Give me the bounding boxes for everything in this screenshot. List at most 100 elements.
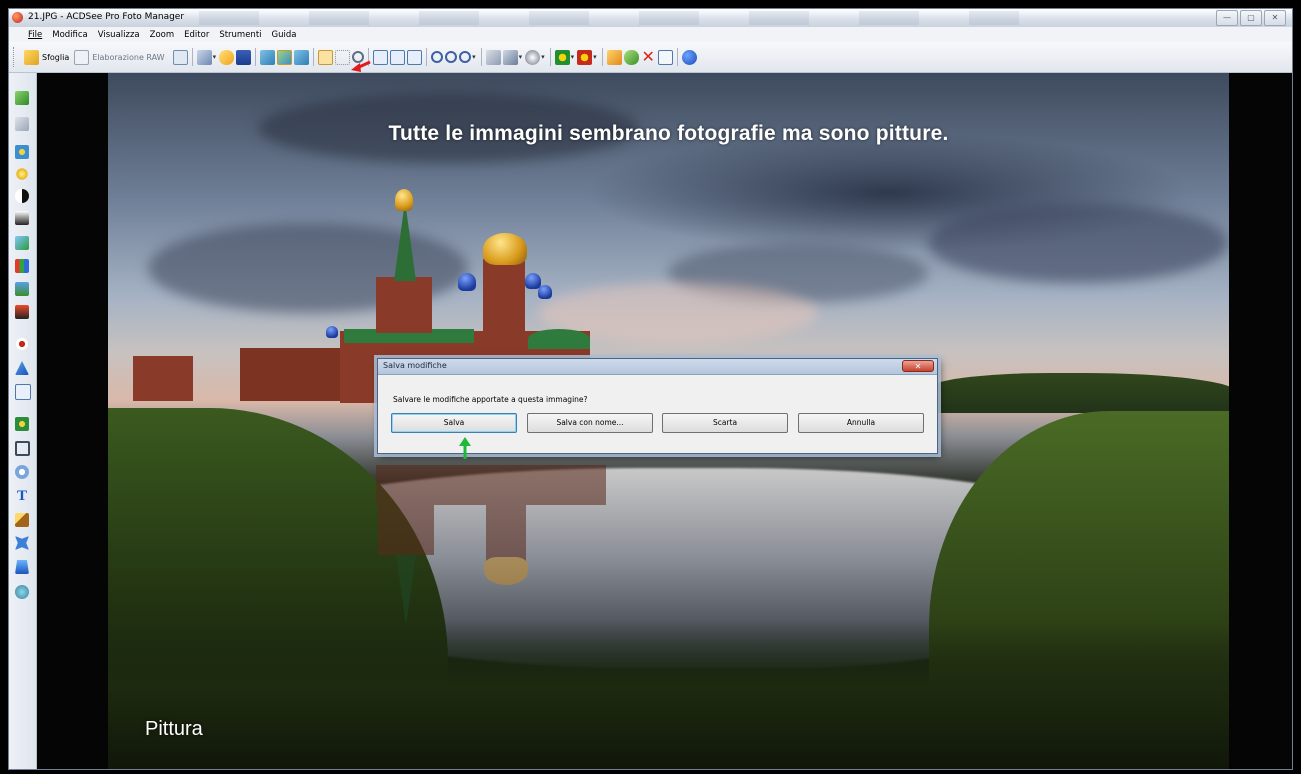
save-button[interactable]: Salva: [391, 413, 517, 433]
slideshow-dropdown-icon[interactable]: ▾: [571, 53, 575, 61]
menu-strumenti[interactable]: Strumenti: [214, 30, 266, 40]
help-icon[interactable]: [681, 49, 697, 65]
dialog-message: Salvare le modifiche apportate a questa …: [393, 395, 588, 404]
view-icon[interactable]: [172, 49, 188, 65]
zoom-out-icon[interactable]: [445, 51, 458, 63]
menu-zoom[interactable]: Zoom: [145, 30, 180, 40]
toolbar-separator: [426, 48, 428, 66]
maximize-button[interactable]: ▢: [1240, 10, 1262, 26]
save-icon[interactable]: [236, 49, 252, 65]
sidebar-resize-icon[interactable]: [15, 384, 31, 400]
slideshow-icon[interactable]: [554, 49, 570, 65]
toolbar-separator: [313, 48, 315, 66]
church-main-drum: [483, 259, 525, 331]
sidebar-red-eye-icon[interactable]: [15, 337, 29, 351]
sidebar-tool-2-icon[interactable]: [15, 117, 29, 131]
foreground-grass: [108, 621, 1229, 769]
sidebar-effects-icon[interactable]: [15, 417, 29, 431]
exposure-dropdown-icon[interactable]: ▾: [541, 53, 545, 61]
cancel-button[interactable]: Annulla: [798, 413, 924, 433]
hand-tool-icon[interactable]: [318, 49, 334, 65]
church-blue-dome: [458, 273, 476, 291]
sidebar-histogram-icon[interactable]: [15, 259, 29, 273]
dialog-close-button[interactable]: ✕: [902, 360, 934, 372]
browse-button[interactable]: Sfoglia: [21, 46, 71, 68]
edit-icon[interactable]: [196, 49, 212, 65]
edit-dropdown-icon[interactable]: ▾: [213, 53, 217, 61]
sidebar-tone-icon[interactable]: [15, 305, 29, 319]
fit-image-icon[interactable]: [373, 49, 389, 65]
previous-image-icon[interactable]: [260, 49, 276, 65]
sidebar-text-icon[interactable]: T: [15, 489, 29, 504]
church-gold-dome: [395, 189, 413, 211]
sidebar-color-icon[interactable]: [15, 236, 29, 250]
sidebar-brightness-icon[interactable]: [15, 167, 29, 181]
sidebar-border-icon[interactable]: [15, 536, 29, 550]
raw-processing-button[interactable]: Elaborazione RAW: [71, 46, 166, 68]
sidebar-contrast-icon[interactable]: [15, 189, 29, 203]
church-reflection: [358, 465, 606, 625]
properties-icon[interactable]: [657, 49, 673, 65]
raw-icon: [74, 49, 90, 65]
zoom-level-icon[interactable]: [459, 51, 472, 63]
screensaver-icon[interactable]: [577, 49, 593, 65]
rotate-icon[interactable]: [485, 49, 501, 65]
sidebar-tool-3-icon[interactable]: [15, 145, 29, 159]
sidebar-paint-icon[interactable]: [15, 513, 29, 527]
exposure-icon[interactable]: [525, 49, 541, 65]
select-tool-icon[interactable]: [335, 49, 351, 65]
toolbar-grip[interactable]: [13, 47, 17, 67]
raw-processing-label: Elaborazione RAW: [92, 52, 165, 62]
print-dropdown-icon[interactable]: ▾: [519, 53, 523, 61]
toolbar-separator: [480, 48, 482, 66]
church-roof: [528, 329, 590, 349]
screensaver-dropdown-icon[interactable]: ▾: [593, 53, 597, 61]
sidebar-sharpen-icon[interactable]: [15, 361, 29, 375]
save-as-button[interactable]: Salva con nome...: [527, 413, 653, 433]
minimize-button[interactable]: —: [1216, 10, 1238, 26]
sidebar-levels-icon[interactable]: [15, 211, 29, 225]
zoom-dropdown-icon[interactable]: ▾: [472, 53, 476, 61]
menu-editor[interactable]: Editor: [179, 30, 214, 40]
print-icon[interactable]: [502, 49, 518, 65]
church-wall: [133, 356, 193, 401]
menu-visualizza[interactable]: Visualizza: [93, 30, 145, 40]
sidebar-crop-icon[interactable]: [15, 441, 30, 456]
menu-guida[interactable]: Guida: [267, 30, 302, 40]
browse-label: Sfoglia: [42, 52, 70, 62]
cloud-shape: [928, 203, 1228, 283]
title-bar: 21.JPG - ACDSee Pro Foto Manager — ▢ ✕: [9, 9, 1292, 28]
sidebar-special-effect-icon[interactable]: [15, 585, 29, 599]
window-controls: — ▢ ✕: [1216, 10, 1286, 26]
toolbar-separator: [191, 48, 193, 66]
discard-button[interactable]: Scarta: [662, 413, 788, 433]
sidebar-vignette-icon[interactable]: [15, 560, 29, 574]
green-arrow-annotation-icon: [459, 437, 471, 459]
dialog-title-bar[interactable]: Salva modifiche ✕: [378, 359, 937, 375]
sidebar-rotate-icon[interactable]: [15, 465, 29, 479]
distant-trees: [928, 373, 1229, 413]
sidebar-tool-1-icon[interactable]: [15, 91, 29, 105]
image-caption-top: Tutte le immagini sembrano fotografie ma…: [388, 122, 949, 145]
sidebar-channels-icon[interactable]: [15, 282, 29, 296]
fit-height-icon[interactable]: [407, 49, 423, 65]
menu-modifica[interactable]: Modifica: [47, 30, 93, 40]
church-gold-dome: [483, 233, 527, 265]
open-folder-icon[interactable]: [219, 49, 235, 65]
zoom-in-icon[interactable]: [431, 51, 444, 63]
share-icon[interactable]: [623, 49, 639, 65]
church-blue-dome: [326, 326, 338, 338]
tool-sidebar: T: [9, 73, 37, 769]
close-button[interactable]: ✕: [1264, 10, 1286, 26]
image-list-icon[interactable]: [277, 49, 293, 65]
next-image-icon[interactable]: [294, 49, 310, 65]
title-bar-background-ghost: [199, 11, 1019, 25]
email-icon[interactable]: [606, 49, 622, 65]
main-toolbar: Sfoglia Elaborazione RAW ▾ ▾ ▾ ▾ ▾ ▾ ✕: [9, 42, 1292, 73]
browse-icon: [24, 49, 39, 65]
menu-file[interactable]: File: [23, 30, 47, 40]
toolbar-separator: [549, 48, 551, 66]
delete-icon[interactable]: ✕: [641, 48, 656, 65]
image-caption-bottom: Pittura: [145, 718, 203, 740]
fit-width-icon[interactable]: [390, 49, 406, 65]
